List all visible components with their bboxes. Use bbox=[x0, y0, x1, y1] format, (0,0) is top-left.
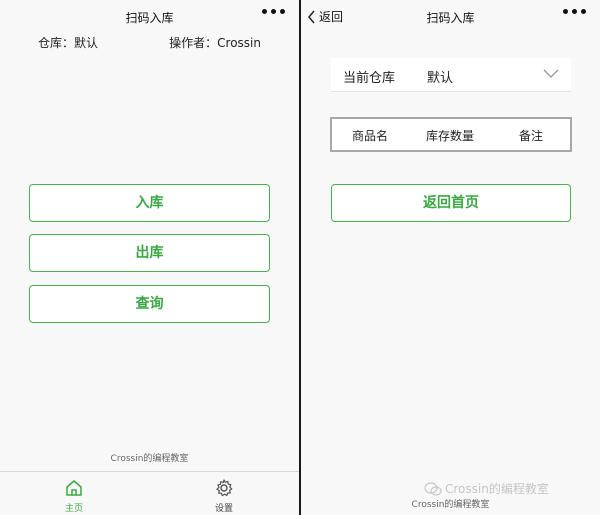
stock-out-button[interactable]: 出库 bbox=[29, 234, 270, 272]
page-title: 扫码入库 bbox=[426, 11, 475, 25]
home-screen: 扫码入库 仓库：默认 操作者：Crossin 入库 出库 查询 Crossin的… bbox=[0, 0, 299, 515]
tab-settings-label: 设置 bbox=[214, 504, 233, 514]
warehouse-label: 仓库：默认 bbox=[38, 36, 99, 50]
scan-stock-in-screen: 返回 扫码入库 当前仓库 默认 商品名 库存数量 备注 返回首页 Crossin… bbox=[301, 0, 600, 515]
inventory-table-header: 商品名 库存数量 备注 bbox=[330, 117, 572, 152]
info-row: 仓库：默认 操作者：Crossin bbox=[38, 34, 261, 50]
tab-settings[interactable]: 设置 bbox=[194, 478, 254, 514]
gear-icon bbox=[216, 479, 233, 497]
footer-text: Crossin的编程教室 bbox=[110, 454, 189, 464]
operator-label: 操作者：Crossin bbox=[169, 36, 261, 50]
warehouse-select[interactable]: 当前仓库 默认 bbox=[331, 58, 571, 92]
tab-home[interactable]: 主页 bbox=[44, 478, 104, 514]
wechat-icon bbox=[424, 481, 442, 496]
query-button[interactable]: 查询 bbox=[29, 285, 270, 323]
return-home-button[interactable]: 返回首页 bbox=[331, 184, 571, 222]
footer-text: Crossin的编程教室 bbox=[411, 500, 490, 510]
warehouse-select-value: 默认 bbox=[427, 71, 454, 86]
page-title: 扫码入库 bbox=[125, 11, 174, 25]
column-header-name: 商品名 bbox=[352, 129, 389, 143]
stock-in-button[interactable]: 入库 bbox=[29, 184, 270, 222]
warehouse-select-label: 当前仓库 bbox=[343, 71, 396, 86]
nav-bar: 返回 扫码入库 bbox=[301, 0, 600, 34]
tab-home-label: 主页 bbox=[64, 504, 83, 514]
watermark-text: Crossin的编程教室 bbox=[445, 482, 549, 496]
home-icon bbox=[66, 480, 82, 496]
tab-bar: 主页 设置 bbox=[0, 471, 299, 515]
nav-bar: 扫码入库 bbox=[0, 0, 299, 34]
column-header-quantity: 库存数量 bbox=[426, 129, 475, 143]
chevron-down-icon bbox=[543, 69, 559, 78]
watermark: Crossin的编程教室 bbox=[424, 480, 549, 497]
column-header-note: 备注 bbox=[519, 129, 544, 143]
more-dots-icon[interactable] bbox=[563, 9, 586, 14]
more-dots-icon[interactable] bbox=[262, 9, 285, 14]
